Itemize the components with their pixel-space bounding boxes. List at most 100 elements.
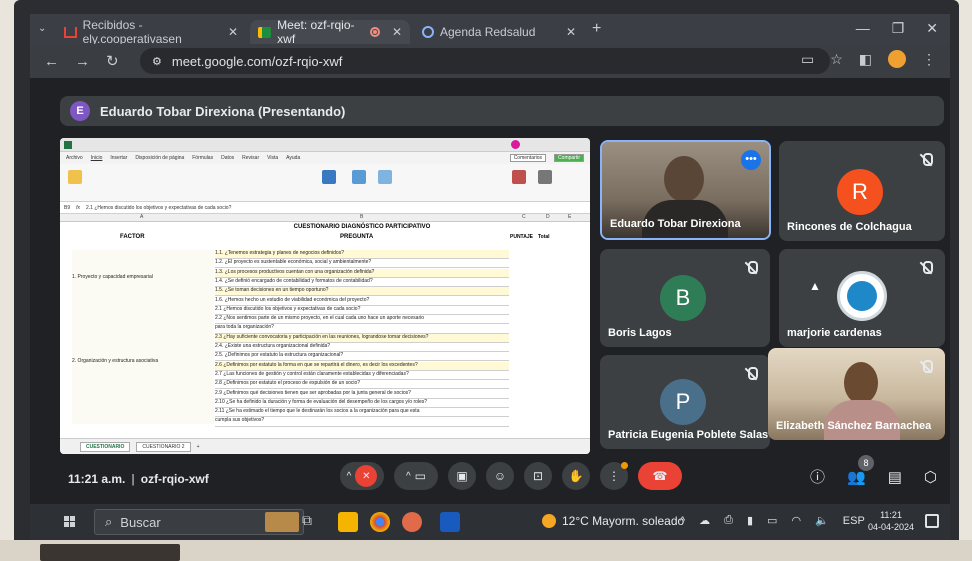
activities-icon[interactable]: ⬡ xyxy=(924,468,937,486)
taskbar-search[interactable]: ⌕ Buscar xyxy=(94,509,304,535)
tray-expand-icon[interactable]: ^ xyxy=(680,515,685,527)
participant-tile-marjorie[interactable]: ▲ marjorie cardenas xyxy=(779,249,945,347)
question-cell[interactable]: 1.3. ¿Los procesos productivos cuentan c… xyxy=(215,268,509,278)
question-cell[interactable]: 2.8 ¿Definimos por estatuto el proceso d… xyxy=(215,380,509,390)
info-icon[interactable]: ⓘ xyxy=(810,466,825,487)
question-cell[interactable]: 2.10 ¿Se ha definido la duración y forma… xyxy=(215,399,509,408)
add-sheet-icon[interactable]: + xyxy=(197,444,200,450)
word-icon[interactable] xyxy=(440,512,460,532)
sheet-tab[interactable]: CUESTIONARIO xyxy=(80,441,131,452)
formula-content[interactable]: 2.1 ¿Hemos discutido los objetivos y exp… xyxy=(86,205,231,211)
forward-icon[interactable]: → xyxy=(75,53,90,70)
menu-formulas[interactable]: Fórmulas xyxy=(192,155,213,161)
leave-call-button[interactable]: ☎ xyxy=(638,462,682,490)
menu-insertar[interactable]: Insertar xyxy=(110,155,127,161)
menu-archivo[interactable]: Archivo xyxy=(66,155,83,161)
menu-vista[interactable]: Vista xyxy=(267,155,278,161)
address-bar[interactable]: ⚙ meet.google.com/ozf-rqio-xwf xyxy=(140,48,830,74)
col-a[interactable]: A xyxy=(140,214,143,220)
file-explorer-icon[interactable] xyxy=(338,512,358,532)
notification-center-icon[interactable] xyxy=(925,514,939,528)
cast-icon[interactable]: ▭ xyxy=(801,51,814,68)
question-cell[interactable]: 2.2 ¿Nos sentimos parte de un mismo proy… xyxy=(215,315,509,325)
people-icon[interactable]: 👥 xyxy=(847,468,866,486)
battery-icon[interactable]: ▮ xyxy=(747,514,753,527)
spreadsheet-grid[interactable]: CUESTIONARIO DIAGNÓSTICO PARTICIPATIVO F… xyxy=(60,222,590,434)
profile-avatar[interactable] xyxy=(888,50,906,68)
reactions-button[interactable]: ☺ xyxy=(486,462,514,490)
bookmark-star-icon[interactable]: ☆ xyxy=(830,51,843,68)
tab-close-icon[interactable]: ✕ xyxy=(566,25,576,39)
chat-icon[interactable]: ▤ xyxy=(888,468,902,486)
cell-styles-icon[interactable] xyxy=(378,170,392,184)
cloud-icon[interactable]: ☁ xyxy=(699,514,710,527)
add-ins-icon[interactable] xyxy=(512,170,526,184)
col-d[interactable]: D xyxy=(546,214,550,220)
more-options-button[interactable]: ⋮ xyxy=(600,462,628,490)
language-indicator[interactable]: ESP xyxy=(843,515,865,527)
participant-tile-patricia[interactable]: P Patricia Eugenia Poblete Salas xyxy=(600,355,770,449)
wifi-icon[interactable]: ◠ xyxy=(791,514,801,527)
reload-icon[interactable]: ↻ xyxy=(106,52,119,70)
usb-icon[interactable]: ⎙ xyxy=(724,514,733,527)
participant-tile-boris[interactable]: B Boris Lagos xyxy=(600,249,770,347)
maximize-icon[interactable]: ❐ xyxy=(892,20,905,37)
tab-search-icon[interactable]: ⌄ xyxy=(38,23,46,34)
question-cell[interactable]: para toda la organización? xyxy=(215,324,509,334)
name-box[interactable]: B9 xyxy=(64,205,70,211)
menu-revisar[interactable]: Revisar xyxy=(242,155,259,161)
question-cell[interactable]: 1.4. ¿Se definió encargado de contabilid… xyxy=(215,278,509,288)
question-cell[interactable]: 2.11 ¿Se ha estimado el tiempo que le de… xyxy=(215,408,509,418)
table-format-icon[interactable] xyxy=(352,170,366,184)
menu-inicio[interactable]: Inicio xyxy=(91,155,103,161)
chrome-icon[interactable] xyxy=(370,512,390,532)
share-button[interactable]: Compartir xyxy=(554,154,584,162)
camera-toggle[interactable]: ^ ▭ xyxy=(394,462,438,490)
captions-button[interactable]: ▣ xyxy=(448,462,476,490)
question-cell[interactable]: 2.3 ¿Hay suficiente convocatoria y parti… xyxy=(215,333,509,343)
question-cell[interactable]: 1.1. ¿Tenemos estrategia y planes de neg… xyxy=(215,250,509,260)
question-cell[interactable]: 1.6. ¿Hemos hecho un estudio de viabilid… xyxy=(215,297,509,306)
menu-datos[interactable]: Datos xyxy=(221,155,234,161)
question-cell[interactable]: 2.1 ¿Hemos discutido los objetivos y exp… xyxy=(215,306,509,315)
raise-hand-button[interactable]: ✋ xyxy=(562,462,590,490)
back-icon[interactable]: ← xyxy=(44,53,59,70)
question-cell[interactable]: 2.4. ¿Existe una estructura organizacion… xyxy=(215,343,509,353)
menu-kebab-icon[interactable]: ⋮ xyxy=(922,51,936,68)
display-icon[interactable]: ▭ xyxy=(767,514,777,527)
factor-cell[interactable]: 2. Organización y estructura asociativa xyxy=(72,308,214,424)
factor-cell[interactable]: 1. Proyecto y capacidad empresarial xyxy=(72,250,214,308)
question-cell[interactable]: 2.6 ¿Definimos por estatuto la forma en … xyxy=(215,361,509,371)
sheet-tab[interactable]: CUESTIONARIO 2 xyxy=(136,441,191,452)
new-tab-icon[interactable]: + xyxy=(592,20,601,38)
comments-button[interactable]: Comentarios xyxy=(509,154,547,162)
conditional-format-icon[interactable] xyxy=(322,170,336,184)
formula-bar[interactable]: B9 fx 2.1 ¿Hemos discutido los objetivos… xyxy=(60,202,590,214)
participant-tile-eduardo[interactable]: ••• Eduardo Tobar Direxiona xyxy=(600,140,771,240)
tab-close-icon[interactable]: ✕ xyxy=(228,25,238,39)
question-cell[interactable]: cumpla sus objetivos? xyxy=(215,417,509,427)
site-info-icon[interactable]: ⚙ xyxy=(152,55,162,68)
tab-close-icon[interactable]: ✕ xyxy=(392,25,402,39)
paste-icon[interactable] xyxy=(68,170,82,184)
minimize-icon[interactable]: — xyxy=(856,20,870,37)
windows-start-icon[interactable] xyxy=(64,516,76,528)
tab-agenda[interactable]: Agenda Redsalud ✕ xyxy=(414,20,584,44)
present-button[interactable]: ⊡ xyxy=(524,462,552,490)
task-view-icon[interactable]: ⧉ xyxy=(302,512,322,532)
menu-disposicion[interactable]: Disposición de página xyxy=(135,155,184,161)
question-cell[interactable]: 2.9 ¿Definimos qué decisiones tienen que… xyxy=(215,390,509,399)
col-c[interactable]: C xyxy=(522,214,526,220)
participant-tile-elizabeth[interactable]: Elizabeth Sánchez Barnachea xyxy=(768,348,945,440)
question-cell[interactable]: 1.2. ¿El proyecto es sustentable económi… xyxy=(215,259,509,269)
participant-tile-rincones[interactable]: R Rincones de Colchagua xyxy=(779,141,945,241)
close-window-icon[interactable]: ✕ xyxy=(926,20,938,37)
analyze-icon[interactable] xyxy=(538,170,552,184)
mic-toggle[interactable]: ^ ✕ xyxy=(340,462,384,490)
volume-icon[interactable]: 🔈 xyxy=(815,514,829,527)
question-cell[interactable]: 1.5. ¿Se toman decisiones en un tiempo o… xyxy=(215,287,509,297)
shared-screen-excel[interactable]: Archivo Inicio Insertar Disposición de p… xyxy=(60,138,590,454)
tab-gmail[interactable]: Recibidos - ely.cooperativasen ✕ xyxy=(56,18,246,46)
sidepanel-icon[interactable]: ◧ xyxy=(859,51,872,68)
weather-widget[interactable]: 12°C Mayorm. soleado xyxy=(542,514,684,528)
